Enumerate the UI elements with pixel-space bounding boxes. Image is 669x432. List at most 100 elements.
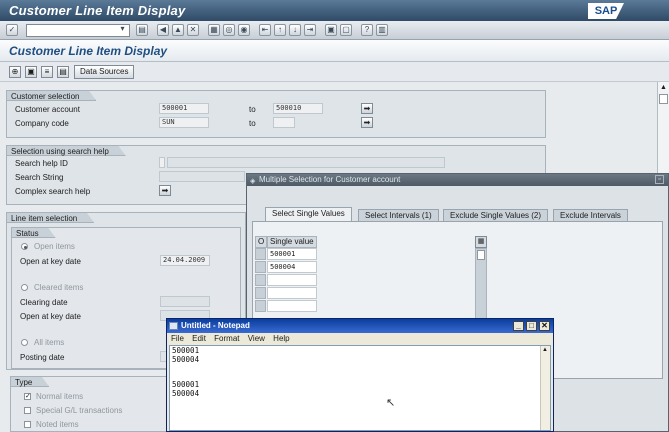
notepad-menu-bar: File Edit Format View Help [167, 333, 553, 345]
back-icon[interactable]: ◀ [157, 24, 169, 36]
cancel-icon[interactable]: ✕ [187, 24, 199, 36]
dialog-close-icon[interactable]: ▫ [655, 175, 664, 184]
menu-file[interactable]: File [171, 334, 184, 343]
single-value-cell[interactable] [267, 274, 317, 286]
find-icon[interactable]: ◎ [223, 24, 235, 36]
last-page-icon[interactable]: ⇥ [304, 24, 316, 36]
column-header-single-value: Single value [267, 236, 317, 248]
to-label-2: to [249, 119, 256, 128]
company-code-to-input[interactable] [273, 117, 295, 128]
scroll-thumb[interactable] [659, 94, 668, 104]
notepad-scroll-up-icon[interactable]: ▲ [542, 347, 548, 353]
to-label: to [249, 105, 256, 114]
open-items-radio[interactable] [21, 243, 28, 250]
notepad-vertical-scrollbar[interactable]: ▲ [540, 346, 550, 430]
single-value-cell[interactable]: 500004 [267, 261, 317, 273]
row-selector[interactable] [255, 287, 266, 299]
status-title: Status [11, 227, 56, 238]
application-toolbar: ⊕ ▣ ≡ ▤ Data Sources [0, 62, 669, 82]
table-scrollbar[interactable] [475, 248, 487, 320]
complex-search-help-label: Complex search help [15, 187, 91, 196]
notepad-window: Untitled - Notepad _ □ ✕ File Edit Forma… [166, 318, 554, 432]
customer-account-label: Customer account [15, 105, 80, 114]
table-settings-icon[interactable]: ▦ [475, 236, 487, 248]
get-variant-icon[interactable]: ▣ [25, 66, 37, 78]
normal-items-label: Normal items [36, 392, 84, 401]
first-page-icon[interactable]: ⇤ [259, 24, 271, 36]
line-item-selection-title: Line item selection [6, 212, 94, 223]
tab-select-single-values[interactable]: Select Single Values [265, 207, 352, 222]
table-scroll-thumb[interactable] [477, 250, 485, 260]
maximize-icon[interactable]: □ [526, 321, 537, 331]
exit-icon[interactable]: ▲ [172, 24, 184, 36]
single-value-cell[interactable]: 500001 [267, 248, 317, 260]
company-code-multiple-selection-button[interactable]: ➡ [361, 117, 373, 128]
all-items-radio[interactable] [21, 339, 28, 346]
special-gl-label: Special G/L transactions [36, 406, 123, 415]
row-selector[interactable] [255, 248, 266, 260]
open-at-key-date-cleared-label: Open at key date [20, 312, 81, 321]
data-sources-button[interactable]: Data Sources [74, 65, 135, 79]
notepad-text-area[interactable]: 500001 500004 500001 500004 ▲ ↖ [169, 345, 551, 431]
search-help-id-input[interactable] [159, 157, 165, 168]
previous-page-icon[interactable]: ↑ [274, 24, 286, 36]
notepad-title-bar: Untitled - Notepad _ □ ✕ [167, 319, 553, 333]
create-session-icon[interactable]: ▣ [325, 24, 337, 36]
shortcut-icon[interactable]: ▢ [340, 24, 352, 36]
open-at-key-date-label: Open at key date [20, 257, 81, 266]
window-title: Customer Line Item Display [9, 3, 186, 18]
customer-account-to-input[interactable]: 500010 [273, 103, 323, 114]
screen-title: Customer Line Item Display [9, 44, 168, 58]
multiple-selection-title: Multiple Selection for Customer account [259, 175, 401, 184]
screen-header: Customer Line Item Display [0, 40, 669, 62]
row-selector[interactable] [255, 300, 266, 312]
close-icon[interactable]: ✕ [539, 321, 550, 331]
cleared-items-label: Cleared items [34, 283, 84, 292]
single-value-cell[interactable] [267, 300, 317, 312]
menu-edit[interactable]: Edit [192, 334, 206, 343]
menu-help[interactable]: Help [273, 334, 289, 343]
print-icon[interactable]: ▦ [208, 24, 220, 36]
multiple-selection-icon[interactable]: ▤ [57, 66, 69, 78]
window-title-bar: Customer Line Item Display SAP [0, 0, 669, 21]
clearing-date-label: Clearing date [20, 298, 68, 307]
minimize-icon[interactable]: _ [513, 321, 524, 331]
open-at-key-date-input[interactable]: 24.04.2009 [160, 255, 210, 266]
dynamic-selections-icon[interactable]: ≡ [41, 66, 53, 78]
noted-items-checkbox[interactable] [24, 421, 31, 428]
complex-search-help-button[interactable]: ➡ [159, 185, 171, 196]
row-selector[interactable] [255, 274, 266, 286]
layout-menu-icon[interactable]: ▥ [376, 24, 388, 36]
find-next-icon[interactable]: ◉ [238, 24, 250, 36]
enter-icon[interactable]: ✓ [6, 24, 18, 36]
mouse-cursor-icon: ↖ [386, 397, 396, 409]
customer-account-from-input[interactable]: 500001 [159, 103, 209, 114]
notepad-icon [169, 322, 178, 330]
customer-selection-title: Customer selection [6, 90, 96, 101]
normal-items-checkbox[interactable]: ✓ [24, 393, 31, 400]
menu-format[interactable]: Format [214, 334, 239, 343]
special-gl-checkbox[interactable] [24, 407, 31, 414]
company-code-from-input[interactable]: SUN [159, 117, 209, 128]
scroll-up-icon[interactable]: ▲ [660, 84, 667, 91]
clearing-date-input[interactable] [160, 296, 210, 307]
execute-icon[interactable]: ⊕ [9, 66, 21, 78]
standard-toolbar: ✓ ▾ ▤ ◀ ▲ ✕ ▦ ◎ ◉ ⇤ ↑ ↓ ⇥ ▣ ▢ ? ▥ [0, 21, 669, 40]
search-help-id-label: Search help ID [15, 159, 68, 168]
menu-view[interactable]: View [248, 334, 265, 343]
multiple-selection-title-bar: ◈ Multiple Selection for Customer accoun… [247, 174, 668, 186]
command-field[interactable] [26, 24, 130, 37]
notepad-content: 500001 500004 500001 500004 [172, 346, 200, 398]
search-string-label: Search String [15, 173, 64, 182]
single-value-cell[interactable] [267, 287, 317, 299]
command-dropdown-icon[interactable]: ▾ [118, 24, 127, 36]
next-page-icon[interactable]: ↓ [289, 24, 301, 36]
save-icon[interactable]: ▤ [136, 24, 148, 36]
help-icon[interactable]: ? [361, 24, 373, 36]
search-string-input[interactable] [159, 171, 245, 182]
row-selector[interactable] [255, 261, 266, 273]
customer-account-multiple-selection-button[interactable]: ➡ [361, 103, 373, 114]
cleared-items-radio[interactable] [21, 284, 28, 291]
customer-selection-group: Customer selection Customer account 5000… [6, 90, 546, 138]
column-header-option: O [255, 236, 267, 248]
